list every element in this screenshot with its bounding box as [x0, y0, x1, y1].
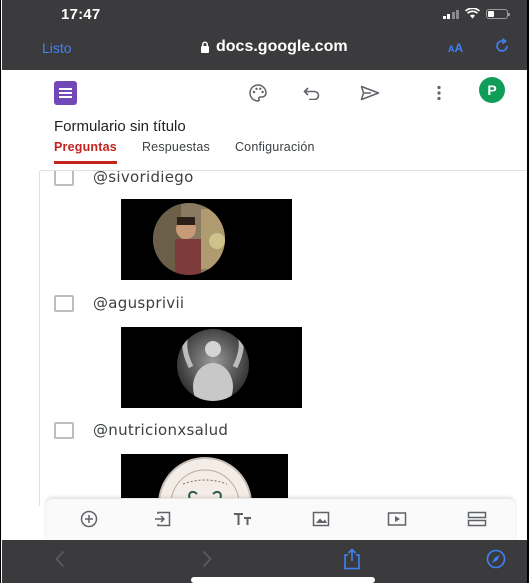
- add-question-icon[interactable]: [78, 509, 100, 529]
- form-builder-toolbar: [46, 498, 515, 540]
- safari-top-bar: 17:47 Listo docs.google.com AA: [2, 0, 527, 70]
- undo-icon[interactable]: [301, 82, 323, 104]
- option-item[interactable]: @nutricionxsalud: [54, 421, 228, 439]
- option-checkbox[interactable]: [54, 294, 74, 312]
- google-forms-logo-icon[interactable]: [54, 81, 77, 105]
- more-vert-icon[interactable]: [428, 82, 450, 104]
- done-button[interactable]: Listo: [42, 40, 72, 56]
- add-image-icon[interactable]: [310, 509, 332, 529]
- address-bar[interactable]: docs.google.com: [200, 38, 348, 56]
- battery-icon: [486, 8, 510, 19]
- option-image: [121, 199, 292, 280]
- form-tabs: Preguntas Respuestas Configuración: [54, 140, 340, 164]
- back-arrow-icon[interactable]: [55, 550, 65, 574]
- option-label: @sivoridiego: [93, 171, 194, 186]
- forward-arrow-icon[interactable]: [202, 550, 212, 574]
- send-icon[interactable]: [359, 82, 381, 104]
- add-title-icon[interactable]: [232, 509, 254, 529]
- question-options: @sivoridiego @agusprivii @nutricionxsalu…: [39, 171, 527, 506]
- wifi-icon: [465, 8, 480, 19]
- import-questions-icon[interactable]: [152, 509, 174, 529]
- account-avatar[interactable]: P: [479, 77, 505, 103]
- tab-configuracion[interactable]: Configuración: [235, 140, 315, 164]
- tab-respuestas[interactable]: Respuestas: [142, 140, 210, 164]
- phone-frame: 17:47 Listo docs.google.com AA P Formula…: [0, 0, 529, 583]
- text-size-button[interactable]: AA: [448, 41, 463, 55]
- option-image: [121, 327, 302, 408]
- add-section-icon[interactable]: [466, 509, 488, 529]
- status-icons: [442, 8, 510, 19]
- url-text: docs.google.com: [216, 38, 348, 55]
- option-checkbox[interactable]: [54, 171, 74, 186]
- add-video-icon[interactable]: [386, 509, 408, 529]
- tab-preguntas[interactable]: Preguntas: [54, 140, 117, 164]
- compass-icon[interactable]: [486, 549, 506, 575]
- option-item[interactable]: @agusprivii: [54, 294, 184, 312]
- forms-header: P Formulario sin título Preguntas Respue…: [2, 70, 527, 171]
- option-label: @agusprivii: [93, 294, 185, 312]
- status-time: 17:47: [61, 6, 101, 23]
- text-size-large-label: A: [454, 41, 464, 55]
- option-item[interactable]: @sivoridiego: [54, 171, 194, 186]
- option-checkbox[interactable]: [54, 421, 74, 439]
- cellular-signal-icon: [442, 9, 459, 19]
- option-label: @nutricionxsalud: [93, 421, 229, 439]
- lock-icon: [201, 41, 209, 53]
- home-indicator: [191, 577, 375, 583]
- palette-icon[interactable]: [247, 82, 269, 104]
- share-icon[interactable]: [342, 548, 362, 576]
- form-title: Formulario sin título: [54, 118, 186, 135]
- reload-icon[interactable]: [494, 38, 510, 54]
